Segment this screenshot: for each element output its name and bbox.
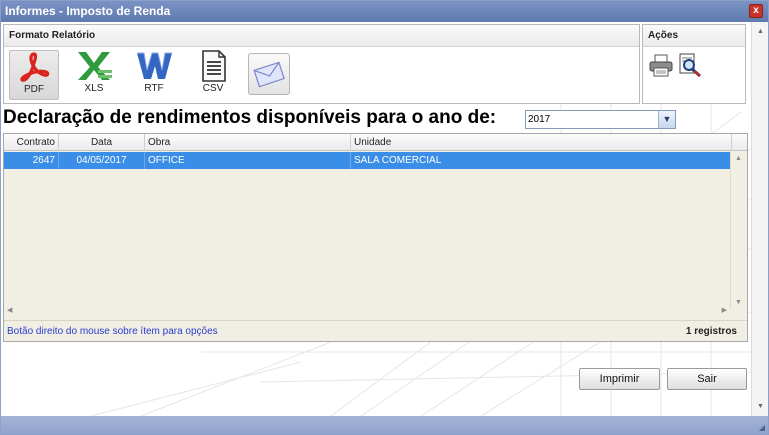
grid-header: Contrato Data Obra Unidade bbox=[4, 134, 747, 151]
pdf-label: PDF bbox=[24, 84, 44, 95]
scroll-down-icon[interactable]: ▼ bbox=[735, 299, 742, 306]
cell-obra: OFFICE bbox=[145, 152, 351, 169]
actions-title: Ações bbox=[643, 25, 745, 47]
chevron-down-icon[interactable]: ▼ bbox=[658, 111, 675, 128]
grid-vertical-scrollbar[interactable]: ▲ ▼ bbox=[730, 151, 747, 309]
col-data[interactable]: Data bbox=[59, 134, 145, 151]
rtf-icon bbox=[137, 52, 172, 79]
csv-icon bbox=[202, 50, 226, 82]
table-row[interactable]: 2647 04/05/2017 OFFICE SALA COMERCIAL bbox=[4, 152, 730, 169]
email-button[interactable] bbox=[248, 53, 290, 95]
scroll-left-icon[interactable]: ◀ bbox=[7, 306, 12, 314]
year-select[interactable]: 2017 ▼ bbox=[525, 110, 676, 129]
print-button[interactable]: Imprimir bbox=[579, 368, 660, 390]
preview-icon[interactable] bbox=[677, 52, 703, 78]
csv-format-button[interactable]: CSV bbox=[188, 50, 238, 100]
year-value: 2017 bbox=[528, 114, 551, 125]
csv-label: CSV bbox=[202, 83, 224, 94]
cell-unidade: SALA COMERCIAL bbox=[354, 155, 442, 166]
scroll-up-icon[interactable]: ▲ bbox=[735, 155, 742, 162]
grid-footer: Botão direito do mouse sobre ítem para o… bbox=[4, 320, 747, 341]
context-menu-hint: Botão direito do mouse sobre ítem para o… bbox=[7, 326, 218, 337]
window-scroll-down-icon[interactable]: ▼ bbox=[757, 403, 764, 410]
status-bar: ◢ bbox=[1, 416, 768, 434]
window-title: Informes - Imposto de Renda bbox=[5, 4, 171, 18]
col-contrato[interactable]: Contrato bbox=[4, 134, 59, 151]
xls-icon bbox=[78, 52, 112, 80]
cell-contrato: 2647 bbox=[4, 152, 59, 169]
grid-horizontal-scrollbar[interactable]: ◀ ▶ bbox=[4, 305, 730, 319]
report-format-title: Formato Relatório bbox=[4, 25, 639, 47]
col-obra[interactable]: Obra bbox=[145, 134, 351, 151]
record-count: 1 registros bbox=[685, 326, 737, 337]
printer-icon[interactable] bbox=[648, 52, 674, 78]
pdf-format-button[interactable]: PDF bbox=[9, 50, 59, 100]
scroll-right-icon[interactable]: ▶ bbox=[722, 306, 727, 314]
rtf-format-button[interactable]: RTF bbox=[129, 50, 179, 100]
col-unidade[interactable]: Unidade bbox=[351, 134, 732, 151]
report-window: Informes - Imposto de Renda x Formato Re… bbox=[0, 0, 769, 435]
rtf-label: RTF bbox=[144, 83, 164, 94]
resize-grip-icon[interactable]: ◢ bbox=[759, 423, 765, 432]
close-button[interactable]: x bbox=[749, 4, 763, 18]
report-format-panel: Formato Relatório PDF XLS RTF CSV bbox=[3, 24, 640, 104]
income-grid: Contrato Data Obra Unidade 2647 04/05/20… bbox=[3, 133, 748, 342]
exit-button[interactable]: Sair bbox=[667, 368, 747, 390]
declaration-label: Declaração de rendimentos disponíveis pa… bbox=[3, 107, 497, 128]
envelope-icon bbox=[253, 61, 285, 88]
xls-format-button[interactable]: XLS bbox=[69, 50, 119, 100]
window-titlebar[interactable]: Informes - Imposto de Renda bbox=[1, 1, 768, 22]
window-scroll-up-icon[interactable]: ▲ bbox=[757, 28, 764, 35]
xls-label: XLS bbox=[84, 83, 104, 94]
cell-data: 04/05/2017 bbox=[59, 152, 145, 169]
window-vertical-scrollbar[interactable]: ▲ ▼ bbox=[751, 22, 768, 416]
pdf-icon bbox=[20, 52, 50, 82]
actions-panel: Ações bbox=[642, 24, 746, 104]
